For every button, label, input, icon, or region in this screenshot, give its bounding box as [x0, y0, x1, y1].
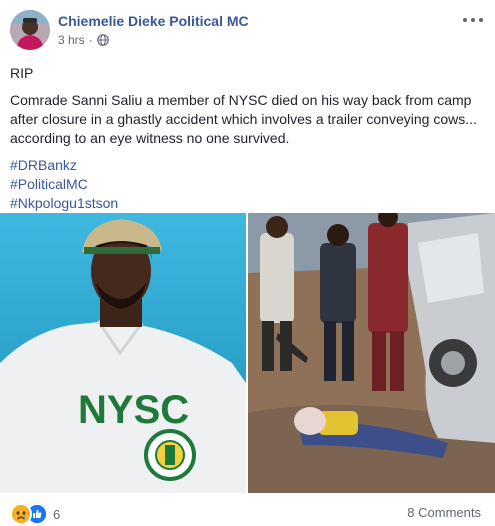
post-time[interactable]: 3 hrs — [58, 33, 85, 47]
hashtag-link[interactable]: #PoliticalMC — [10, 175, 488, 194]
post-meta: 3 hrs · — [58, 33, 109, 47]
post-text: RIP Comrade Sanni Saliu a member of NYSC… — [10, 64, 488, 213]
hashtag-list: #DRBankz #PoliticalMC #Nkpologu1stson — [10, 156, 488, 213]
reaction-count: 6 — [53, 506, 61, 522]
portrait-image: NYSC — [0, 213, 246, 493]
photo-accident-scene[interactable] — [248, 213, 495, 493]
globe-icon[interactable] — [96, 34, 109, 46]
accident-scene-image — [248, 213, 495, 493]
avatar[interactable] — [10, 10, 50, 50]
shirt-text: NYSC — [78, 388, 189, 432]
post-text-rip: RIP — [10, 65, 34, 81]
post-header: Chiemelie Dieke Political MC 3 hrs · — [0, 0, 495, 58]
sad-reaction-icon — [10, 503, 32, 525]
comments-link[interactable]: 8 Comments — [407, 505, 481, 520]
avatar-image — [10, 10, 50, 50]
photo-grid: NYSC — [0, 213, 495, 493]
more-options-icon[interactable] — [463, 14, 483, 26]
reactions-summary[interactable]: 6 — [10, 503, 60, 525]
hashtag-link[interactable]: #Nkpologu1stson — [10, 194, 488, 213]
hashtag-link[interactable]: #DRBankz — [10, 156, 488, 175]
post-footer: 6 8 Comments — [0, 496, 495, 526]
meta-separator: · — [88, 33, 93, 47]
photo-portrait[interactable]: NYSC — [0, 213, 246, 493]
author-name[interactable]: Chiemelie Dieke Political MC — [58, 13, 249, 29]
post-text-body: Comrade Sanni Saliu a member of NYSC die… — [10, 92, 477, 146]
